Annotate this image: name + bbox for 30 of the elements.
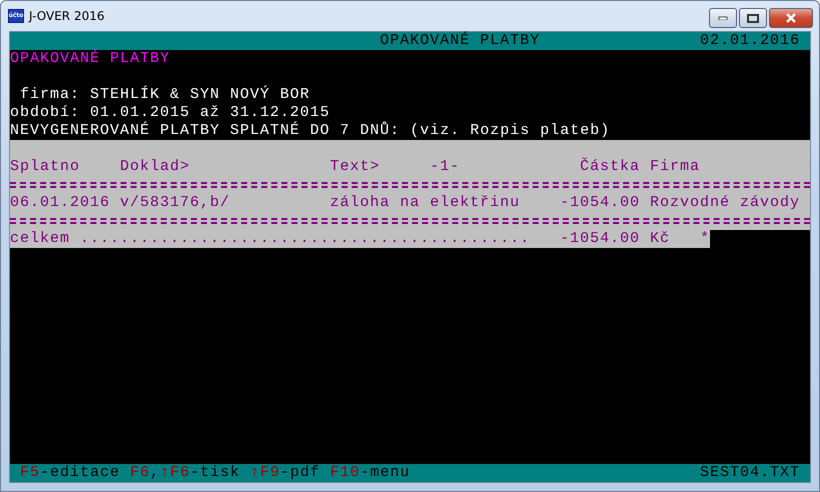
column-header: Firma [650, 158, 700, 176]
total-label: celkem ............................................. [10, 230, 530, 248]
maximize-button[interactable] [739, 8, 767, 28]
info-line: NEVYGENEROVANÉ PLATBY SPLATNÉ DO 7 DNŮ: (viz. Rozpis plateb) [10, 122, 610, 140]
file-name: SEST04.TXT [700, 464, 800, 482]
column-header: -1- [430, 158, 460, 176]
total-amount: -1054.00 [560, 230, 640, 248]
window-title: J-OVER 2016 [29, 8, 106, 23]
table-cell: 06.01.2016 [10, 194, 110, 212]
column-header: Text> [330, 158, 380, 176]
date-text: 02.01.2016 [700, 32, 800, 50]
column-header: Doklad> [120, 158, 190, 176]
maximize-icon [747, 14, 759, 22]
info-line: období: 01.01.2015 až 31.12.2015 [10, 104, 330, 122]
table-cell: -1054.00 [560, 194, 640, 212]
table-cell: v/583176,b/ [120, 194, 230, 212]
function-key-hints: F5-editace F6,↑F6-tisk ↑F9-pdf F10-menu [20, 464, 410, 482]
currency-text: Kč [650, 230, 670, 248]
close-icon [785, 13, 797, 23]
table-cell: záloha na elektřinu [330, 194, 520, 212]
column-header: Splatno [10, 158, 80, 176]
minimize-button[interactable] [709, 8, 737, 28]
minimize-icon [718, 16, 728, 20]
screen-title: OPAKOVANÉ PLATBY [380, 32, 540, 50]
table-cell: Rozvodné závody [650, 194, 800, 212]
total-mark: * [700, 230, 710, 248]
info-line: firma: STEHLÍK & SYN NOVÝ BOR [19, 86, 310, 104]
close-button[interactable] [769, 8, 813, 28]
report-heading: OPAKOVANÉ PLATBY [10, 50, 170, 68]
column-header: Částka [580, 158, 640, 176]
